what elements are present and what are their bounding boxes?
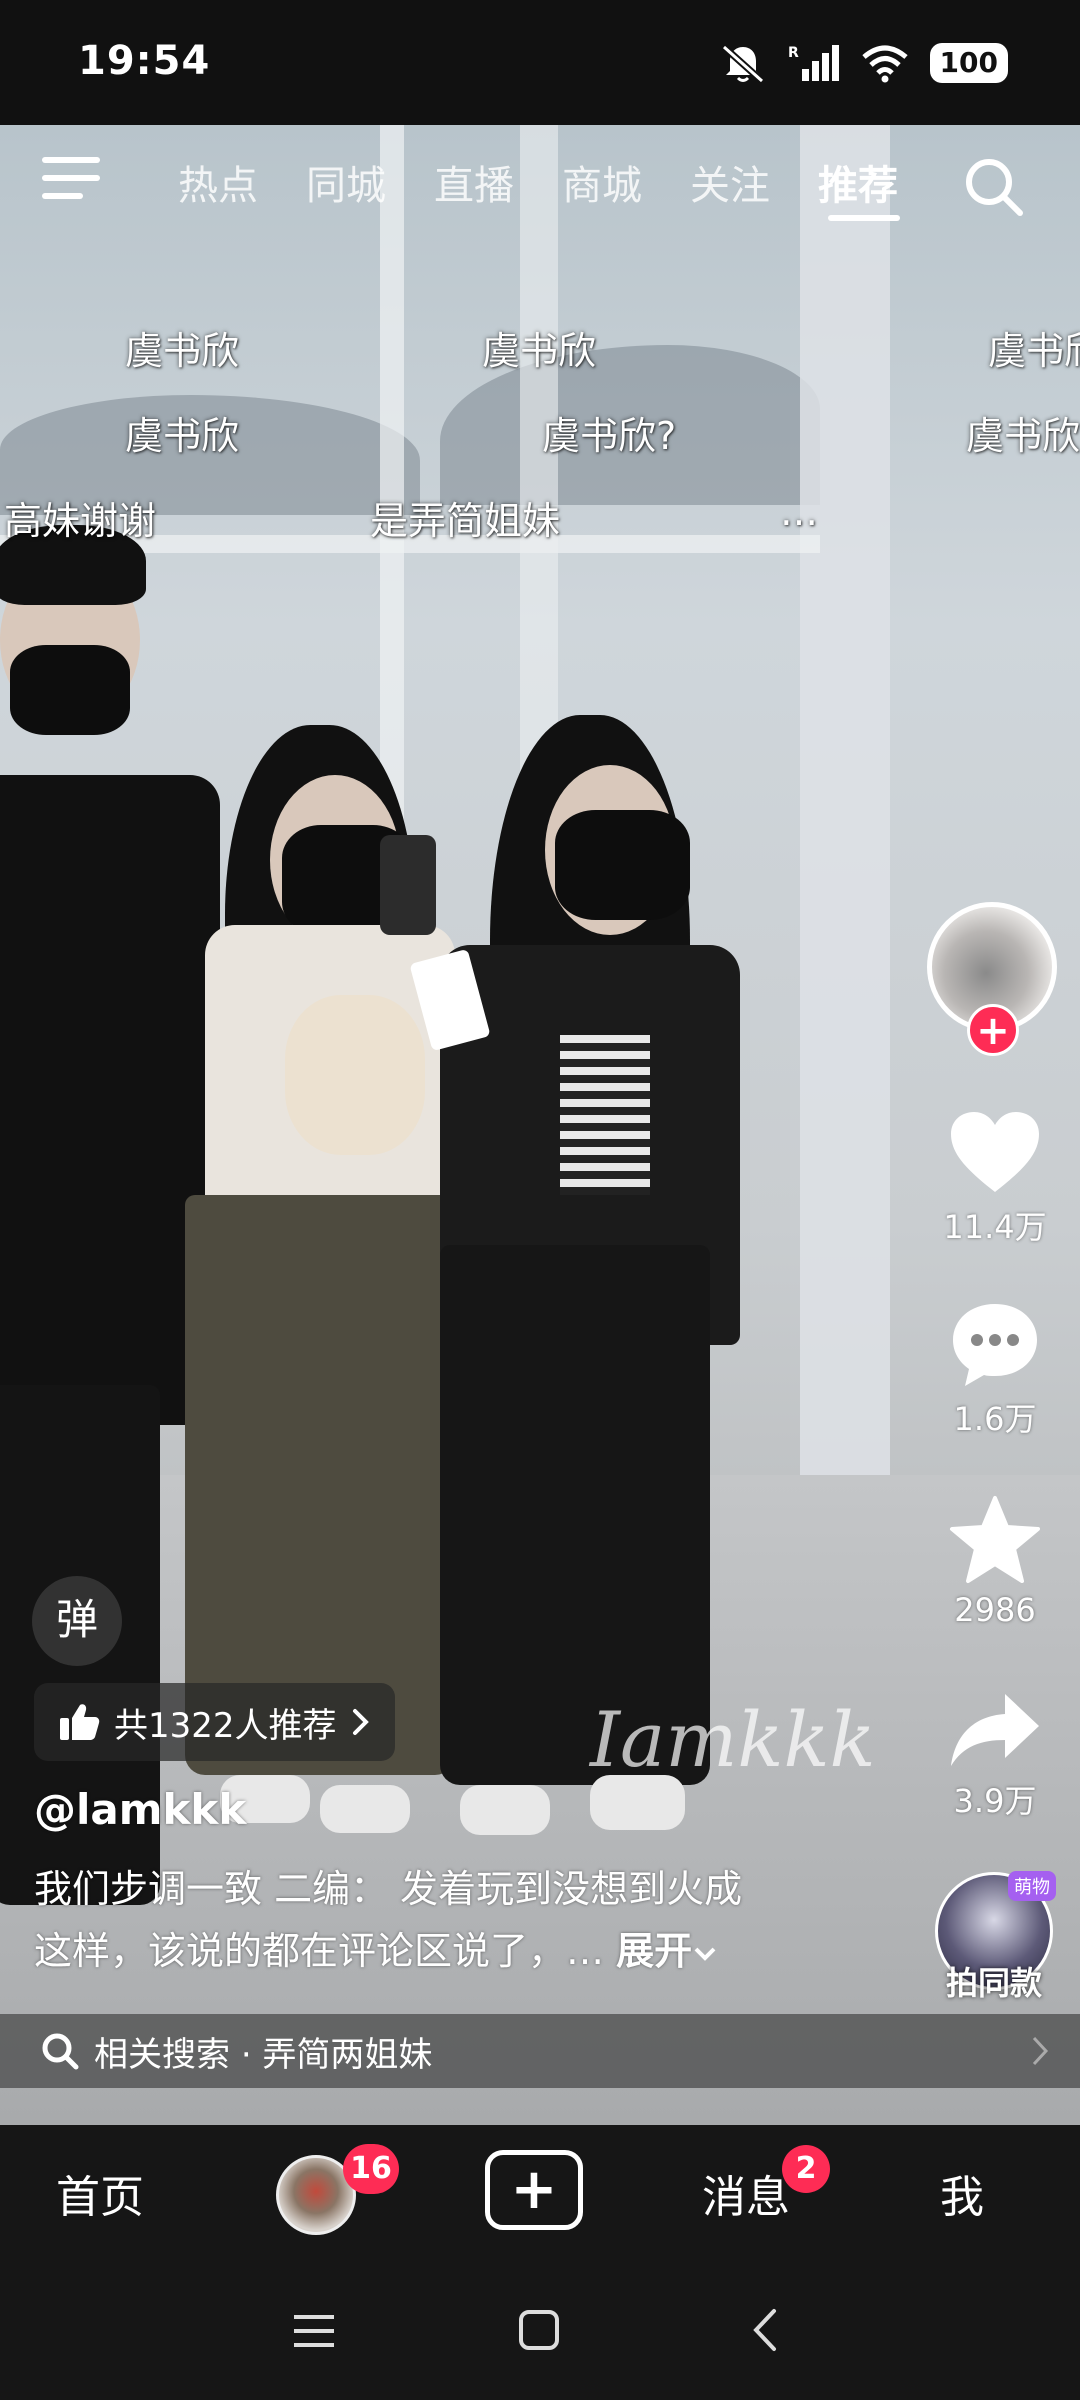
- active-tab-indicator: [828, 215, 900, 221]
- favorite-count: 2986: [954, 1591, 1036, 1629]
- menu-icon[interactable]: [42, 157, 100, 205]
- status-time: 19:54: [78, 38, 211, 84]
- share-button[interactable]: 3.9万: [925, 1690, 1065, 1822]
- heart-icon: [951, 1112, 1039, 1192]
- tab-recommended[interactable]: 推荐: [818, 153, 898, 211]
- danmaku-item: …: [780, 490, 818, 534]
- caption-line: 我们步调一致 二编： 发着玩到没想到火成: [34, 1867, 743, 1911]
- follow-button[interactable]: +: [967, 1004, 1019, 1056]
- recent-apps-icon[interactable]: [292, 2311, 336, 2351]
- create-button[interactable]: +: [485, 2150, 583, 2230]
- chevron-down-icon: [694, 1947, 716, 1961]
- comment-count: 1.6万: [953, 1400, 1037, 1438]
- nav-messages[interactable]: 消息: [702, 2161, 790, 2225]
- expand-caption-button[interactable]: 展开: [616, 1929, 718, 1973]
- home-icon[interactable]: [518, 2309, 560, 2351]
- author-username[interactable]: @lamkkk: [34, 1785, 246, 1834]
- like-button[interactable]: 11.4万: [925, 1108, 1065, 1248]
- nav-home[interactable]: 首页: [56, 2161, 144, 2225]
- back-icon[interactable]: [748, 2307, 782, 2353]
- danmaku-item: 虞书欣?: [542, 414, 677, 458]
- friends-badge: 16: [343, 2144, 399, 2194]
- window-pillar: [800, 125, 890, 1575]
- mute-icon: [721, 44, 764, 83]
- comment-icon: [953, 1304, 1037, 1386]
- tab-mall[interactable]: 商城: [562, 153, 642, 211]
- chevron-right-icon: [352, 1709, 369, 1735]
- battery-icon: 100: [929, 43, 1008, 83]
- share-count: 3.9万: [953, 1782, 1037, 1820]
- danmaku-item: 虞书欣: [966, 414, 1080, 458]
- danmaku-item: 虞书欣: [988, 329, 1080, 373]
- comment-button[interactable]: 1.6万: [925, 1300, 1065, 1440]
- star-icon: [950, 1496, 1040, 1583]
- expand-caption-label: 展开: [616, 1929, 693, 1973]
- video-watermark: Iamkkk: [590, 1695, 876, 1784]
- tab-local[interactable]: 同城: [306, 153, 386, 211]
- caption-line-text: 这样，该说的都在评论区说了，…: [34, 1929, 605, 1973]
- danmaku-item: 虞书欣: [482, 329, 597, 373]
- chevron-right-icon: [1032, 2036, 1049, 2066]
- search-icon[interactable]: [962, 155, 1026, 219]
- related-search-prefix: 相关搜索: [94, 2034, 230, 2075]
- wifi-icon: [861, 45, 908, 83]
- same-style-button[interactable]: 萌物 拍同款: [930, 1871, 1058, 2004]
- favorite-button[interactable]: 2986: [925, 1495, 1065, 1629]
- related-search-separator: ·: [240, 2034, 252, 2075]
- plus-icon: +: [510, 2157, 558, 2222]
- status-icons: R 100: [720, 38, 1008, 88]
- same-style-tag: 萌物: [1008, 1871, 1056, 1901]
- tab-live[interactable]: 直播: [434, 153, 514, 211]
- related-search-query: 弄简两姐妹: [262, 2034, 433, 2075]
- recommend-count-label: 共1322人推荐: [114, 1705, 337, 1746]
- tab-following[interactable]: 关注: [690, 153, 770, 211]
- top-nav: 热点 同城 直播 商城 关注 推荐: [0, 145, 1080, 225]
- danmaku-item: 虞书欣: [125, 414, 240, 458]
- caption-line-expandable: 这样，该说的都在评论区说了，… 展开: [34, 1920, 854, 1982]
- danmaku-item: 是弄简姐妹: [370, 499, 561, 543]
- like-count: 11.4万: [943, 1208, 1047, 1246]
- search-small-icon: [42, 2033, 79, 2070]
- danmaku-item: 虞书欣: [125, 329, 240, 373]
- related-search-label: 相关搜索 · 弄简两姐妹: [94, 2027, 432, 2076]
- signal-icon: R: [788, 45, 839, 81]
- danmaku-item: 高妹谢谢: [4, 499, 157, 543]
- status-bar: 19:54 R 100: [0, 0, 1080, 125]
- danmaku-toggle-button[interactable]: 弹: [32, 1576, 122, 1666]
- share-arrow-icon: [951, 1694, 1039, 1766]
- video-caption[interactable]: 我们步调一致 二编： 发着玩到没想到火成 这样，该说的都在评论区说了，… 展开: [34, 1858, 854, 1982]
- bottom-nav: 首页 16 + 消息 2 我: [0, 2125, 1080, 2275]
- same-style-label: 拍同款: [945, 1964, 1042, 2002]
- tab-hot[interactable]: 热点: [178, 153, 258, 211]
- thumbs-up-icon: [60, 1704, 100, 1740]
- related-search-bar[interactable]: 相关搜索 · 弄简两姐妹: [0, 2014, 1080, 2088]
- nav-me[interactable]: 我: [940, 2161, 984, 2225]
- recommend-pill[interactable]: 共1322人推荐: [34, 1683, 395, 1761]
- messages-badge: 2: [782, 2145, 830, 2193]
- signal-roaming-label: R: [788, 45, 799, 61]
- system-nav-bar: [0, 2275, 1080, 2400]
